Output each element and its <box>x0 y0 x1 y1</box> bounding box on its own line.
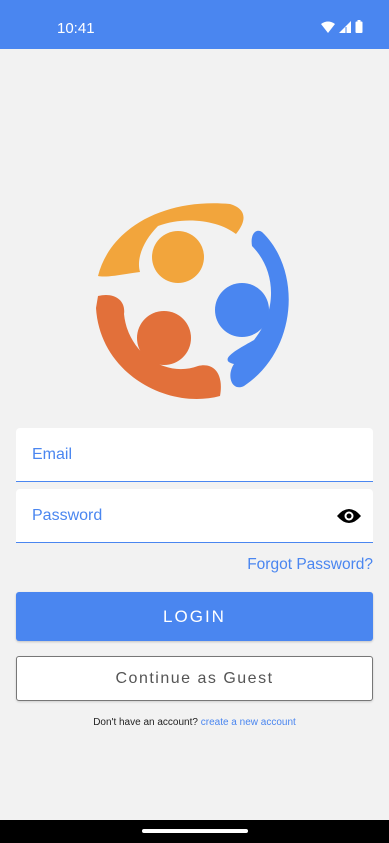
email-underline <box>16 481 373 482</box>
password-underline <box>16 542 373 543</box>
email-input[interactable] <box>16 428 373 482</box>
logo-head-right <box>215 283 269 337</box>
login-button[interactable]: LOGIN <box>16 592 373 641</box>
signup-prompt: Don't have an account? create a new acco… <box>0 717 389 728</box>
logo-head-top <box>152 231 204 283</box>
eye-icon[interactable] <box>337 505 361 527</box>
home-gesture-handle[interactable] <box>142 829 248 833</box>
status-bar: 10:41 <box>0 0 389 49</box>
signup-prompt-text: Don't have an account? <box>93 717 198 728</box>
create-account-link[interactable]: create a new account <box>201 717 296 728</box>
app-logo <box>96 203 289 399</box>
continue-as-guest-button[interactable]: Continue as Guest <box>16 656 373 701</box>
password-field[interactable] <box>16 489 373 543</box>
logo-head-left <box>137 311 191 365</box>
email-field[interactable] <box>16 428 373 482</box>
status-time: 10:41 <box>57 20 95 37</box>
forgot-password-link[interactable]: Forgot Password? <box>247 556 373 574</box>
wifi-icon <box>321 21 335 33</box>
battery-icon <box>355 20 363 33</box>
password-input[interactable] <box>16 489 373 543</box>
system-nav-bar <box>0 820 389 843</box>
status-icons <box>321 20 363 33</box>
signal-icon <box>339 20 351 33</box>
